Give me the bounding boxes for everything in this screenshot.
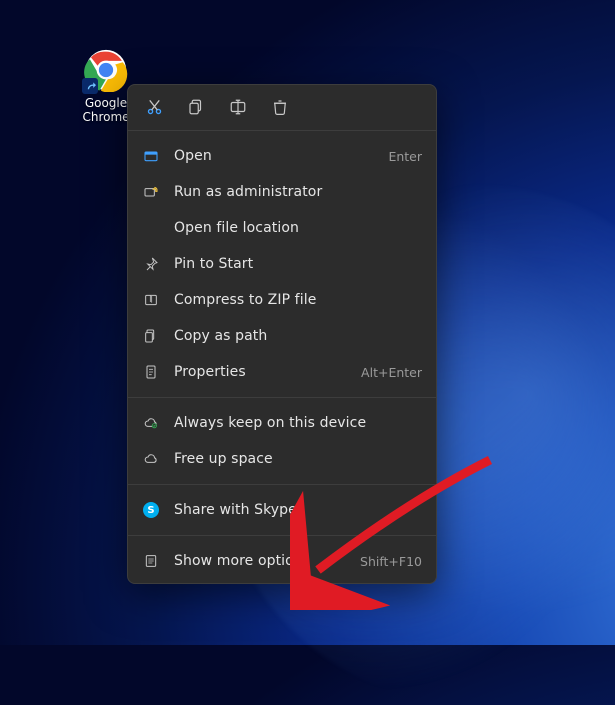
menu-item-show-more-options[interactable]: Show more options Shift+F10 xyxy=(128,543,436,579)
more-icon xyxy=(142,552,160,570)
delete-icon xyxy=(271,98,289,116)
cut-button[interactable] xyxy=(142,95,166,119)
copy-path-icon xyxy=(142,327,160,345)
menu-item-pin-start[interactable]: Pin to Start xyxy=(128,246,436,282)
shortcut-overlay-icon xyxy=(82,78,98,94)
zip-icon xyxy=(142,291,160,309)
divider xyxy=(128,397,436,398)
delete-button[interactable] xyxy=(268,95,292,119)
menu-item-label: Run as administrator xyxy=(174,184,408,200)
cut-icon xyxy=(145,98,164,117)
menu-item-shortcut: Shift+F10 xyxy=(360,554,422,569)
copy-button[interactable] xyxy=(184,95,208,119)
menu-item-free-space[interactable]: Free up space xyxy=(128,441,436,477)
menu-item-copy-path[interactable]: Copy as path xyxy=(128,318,436,354)
cloud-free-icon xyxy=(142,450,160,468)
menu-item-label: Compress to ZIP file xyxy=(174,292,408,308)
context-menu-icon-row xyxy=(128,85,436,127)
menu-item-label: Share with Skype xyxy=(174,502,408,518)
menu-item-label: Always keep on this device xyxy=(174,415,408,431)
context-menu-section: Show more options Shift+F10 xyxy=(128,539,436,583)
admin-icon xyxy=(142,183,160,201)
menu-item-shortcut: Enter xyxy=(388,149,422,164)
chrome-icon xyxy=(84,48,128,92)
menu-item-compress-zip[interactable]: Compress to ZIP file xyxy=(128,282,436,318)
open-icon xyxy=(142,147,160,165)
properties-icon xyxy=(142,363,160,381)
skype-icon: S xyxy=(142,501,160,519)
context-menu-section: Always keep on this device Free up space xyxy=(128,401,436,481)
menu-item-open[interactable]: Open Enter xyxy=(128,138,436,174)
cloud-keep-icon xyxy=(142,414,160,432)
divider xyxy=(128,130,436,131)
menu-item-label: Copy as path xyxy=(174,328,408,344)
menu-item-run-admin[interactable]: Run as administrator xyxy=(128,174,436,210)
menu-item-properties[interactable]: Properties Alt+Enter xyxy=(128,354,436,390)
context-menu-section: S Share with Skype xyxy=(128,488,436,532)
divider xyxy=(128,484,436,485)
rename-button[interactable] xyxy=(226,95,250,119)
rename-icon xyxy=(229,98,247,116)
menu-item-label: Open file location xyxy=(174,220,408,236)
pin-icon xyxy=(142,255,160,273)
menu-item-label: Free up space xyxy=(174,451,408,467)
blank-icon xyxy=(142,219,160,237)
copy-icon xyxy=(187,98,205,116)
context-menu-section: Open Enter Run as administrator Open fil… xyxy=(128,134,436,394)
menu-item-always-keep[interactable]: Always keep on this device xyxy=(128,405,436,441)
menu-item-label: Properties xyxy=(174,364,347,380)
menu-item-label: Pin to Start xyxy=(174,256,408,272)
menu-item-label: Open xyxy=(174,148,374,164)
menu-item-label: Show more options xyxy=(174,553,346,569)
menu-item-open-location[interactable]: Open file location xyxy=(128,210,436,246)
menu-item-shortcut: Alt+Enter xyxy=(361,365,422,380)
context-menu: Open Enter Run as administrator Open fil… xyxy=(127,84,437,584)
divider xyxy=(128,535,436,536)
menu-item-share-skype[interactable]: S Share with Skype xyxy=(128,492,436,528)
